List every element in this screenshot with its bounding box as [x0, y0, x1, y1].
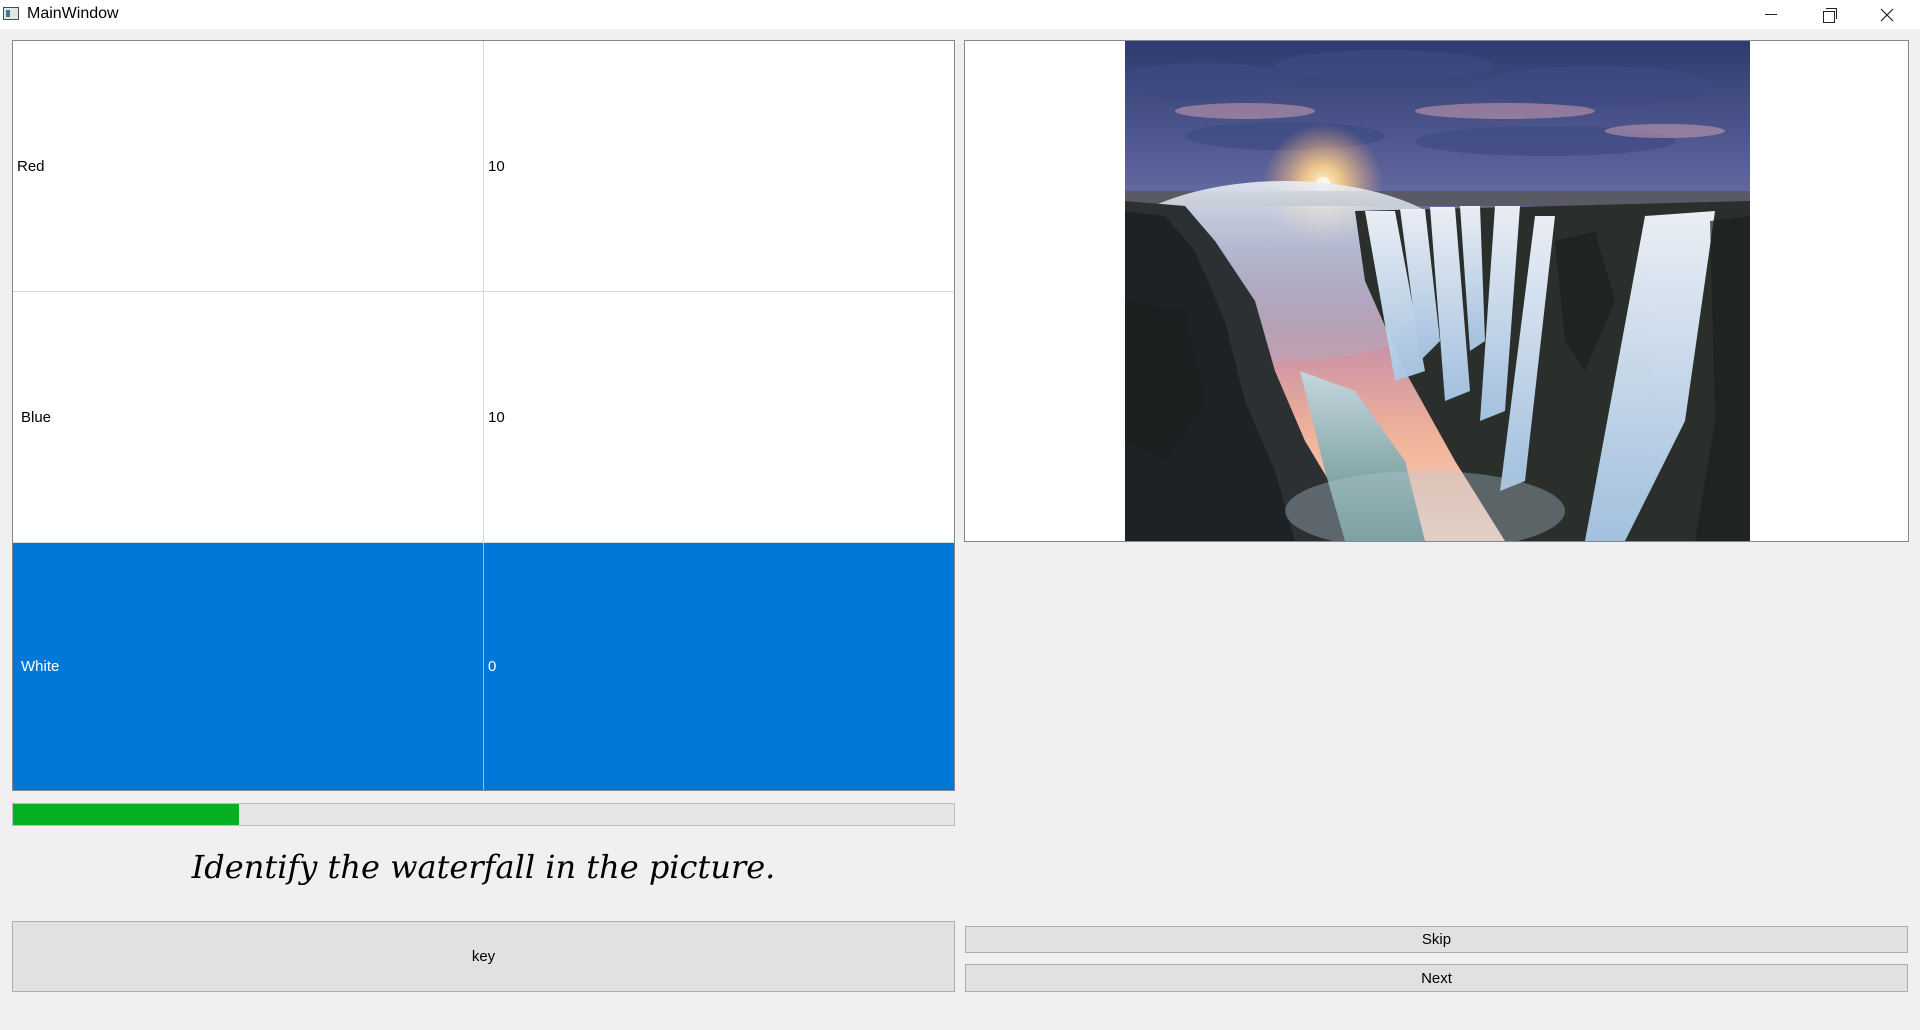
table-cell-value[interactable]: 10	[484, 292, 954, 542]
next-button[interactable]: Next	[965, 964, 1908, 992]
cell-text: Red	[17, 157, 45, 175]
close-icon	[1880, 8, 1894, 21]
table-row[interactable]: Blue 10	[13, 292, 954, 543]
cell-text: 10	[488, 408, 505, 426]
cell-text: White	[21, 658, 60, 675]
table-cell-value[interactable]: 0	[484, 543, 954, 790]
minimize-icon	[1765, 14, 1777, 15]
window-title: MainWindow	[27, 5, 119, 22]
waterfall-photo	[1125, 41, 1750, 541]
close-button[interactable]	[1858, 0, 1916, 29]
key-button[interactable]: key	[12, 921, 955, 992]
maximize-button[interactable]	[1800, 0, 1858, 29]
title-bar[interactable]: MainWindow	[0, 0, 1920, 29]
app-window-icon	[3, 7, 19, 20]
progress-bar	[12, 803, 955, 826]
color-table[interactable]: Red 10 Blue 10 White 0	[12, 40, 955, 791]
table-row[interactable]: Red 10	[13, 41, 954, 292]
table-cell-name[interactable]: Red	[13, 41, 484, 291]
progress-fill	[13, 804, 239, 825]
cell-text: Blue	[21, 408, 52, 426]
main-window: MainWindow Red 10 Blue 10 White 0 Identi…	[0, 0, 1920, 1030]
question-label: Identify the waterfall in the picture.	[191, 848, 776, 886]
image-panel	[964, 40, 1909, 542]
cell-text: 10	[488, 157, 505, 175]
table-cell-name[interactable]: White	[13, 543, 484, 790]
cell-text: 0	[488, 658, 497, 675]
table-cell-name[interactable]: Blue	[13, 292, 484, 542]
restore-icon	[1823, 7, 1837, 23]
table-row-selected[interactable]: White 0	[13, 543, 954, 790]
skip-button[interactable]: Skip	[965, 926, 1908, 953]
table-cell-value[interactable]: 10	[484, 41, 954, 291]
minimize-button[interactable]	[1742, 0, 1800, 29]
